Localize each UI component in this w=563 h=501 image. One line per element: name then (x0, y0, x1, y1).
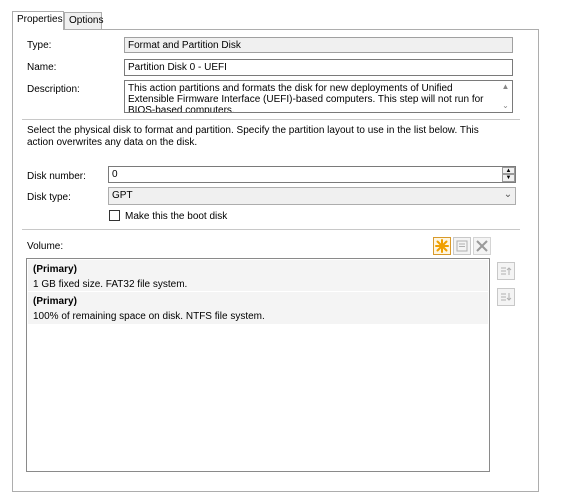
disk-type-select[interactable]: GPT (108, 187, 516, 205)
properties-icon (456, 240, 468, 252)
name-label: Name: (27, 62, 57, 73)
description-label: Description: (27, 84, 80, 95)
list-item[interactable]: (Primary) 100% of remaining space on dis… (28, 292, 488, 324)
tab-options-label: Options (69, 15, 104, 26)
disk-number-spinner[interactable]: 0 (108, 166, 516, 183)
volume-item-detail: 1 GB fixed size. FAT32 file system. (33, 279, 188, 290)
move-down-icon (501, 293, 512, 301)
disk-number-value: 0 (112, 169, 118, 180)
description-value: This action partitions and formats the d… (128, 83, 484, 113)
spinner-up-icon[interactable]: ▲ (502, 167, 515, 174)
description-scroll-down-icon[interactable]: ⌄ (501, 101, 510, 110)
list-item[interactable]: (Primary) 1 GB fixed size. FAT32 file sy… (28, 260, 488, 291)
volume-item-detail: 100% of remaining space on disk. NTFS fi… (33, 311, 265, 322)
boot-disk-checkbox[interactable] (109, 210, 120, 221)
volume-item-title: (Primary) (33, 296, 77, 307)
divider-top (22, 119, 520, 120)
tab-options[interactable]: Options (64, 12, 104, 29)
delete-icon (476, 240, 488, 252)
name-field[interactable]: Partition Disk 0 - UEFI (124, 59, 513, 76)
delete-volume-button[interactable] (473, 237, 491, 255)
move-down-button[interactable] (497, 288, 515, 306)
move-up-button[interactable] (497, 262, 515, 280)
volume-item-title: (Primary) (33, 264, 77, 275)
tab-properties-label: Properties (17, 14, 63, 25)
type-value: Format and Partition Disk (128, 40, 241, 51)
disk-number-label: Disk number: (27, 171, 86, 182)
new-volume-icon (435, 239, 449, 253)
new-volume-button[interactable] (433, 237, 451, 255)
spinner-down-icon[interactable]: ▼ (502, 174, 515, 182)
disk-type-value: GPT (112, 190, 133, 201)
volume-list[interactable]: (Primary) 1 GB fixed size. FAT32 file sy… (26, 258, 490, 472)
description-field[interactable]: This action partitions and formats the d… (124, 80, 513, 113)
chevron-down-icon[interactable]: ⌄ (502, 189, 514, 202)
move-up-icon (501, 267, 512, 275)
name-value: Partition Disk 0 - UEFI (128, 62, 227, 73)
description-scroll-up-icon[interactable]: ▲ (501, 82, 510, 91)
type-field: Format and Partition Disk (124, 37, 513, 53)
volume-properties-button[interactable] (453, 237, 471, 255)
instructions-text: Select the physical disk to format and p… (27, 125, 479, 148)
boot-disk-label: Make this the boot disk (125, 211, 228, 222)
volume-label: Volume: (27, 241, 64, 252)
divider-bottom (22, 229, 520, 230)
type-label: Type: (27, 40, 52, 51)
disk-type-label: Disk type: (27, 192, 71, 203)
tab-properties[interactable]: Properties (12, 11, 64, 30)
